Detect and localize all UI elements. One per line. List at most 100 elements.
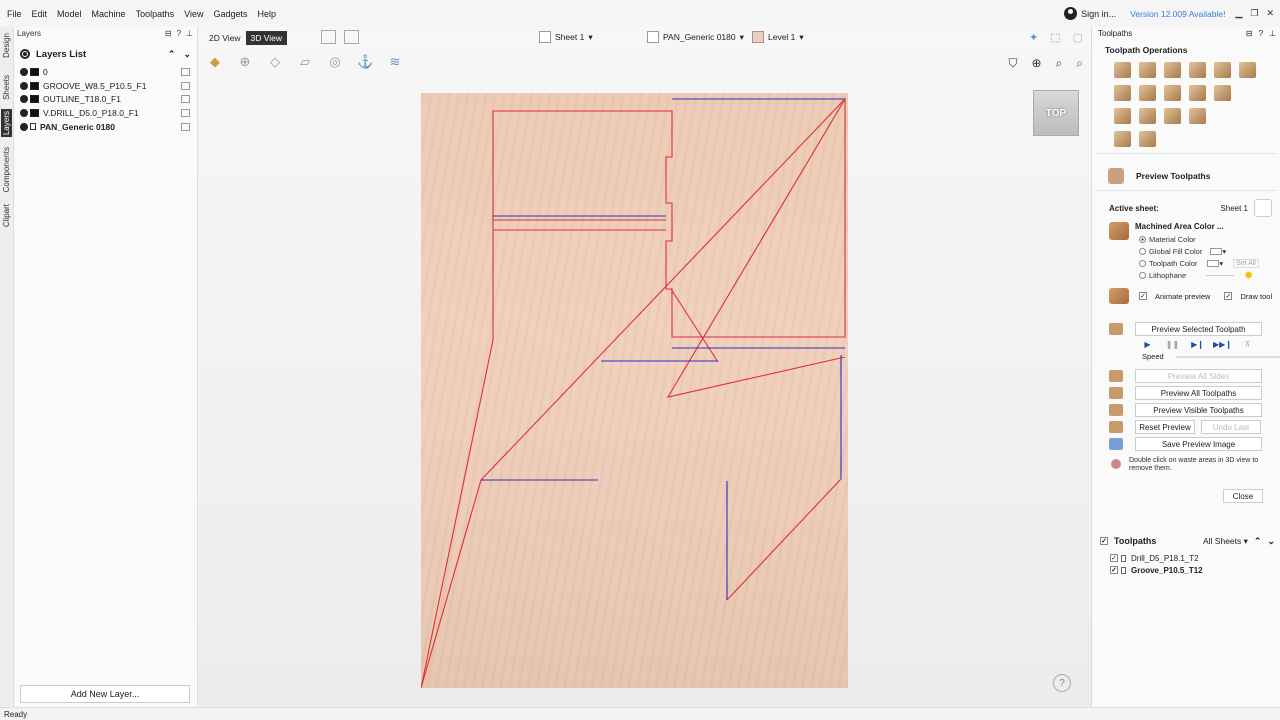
light-slider[interactable] xyxy=(1206,274,1235,276)
drilling-toolpath-icon[interactable] xyxy=(1164,62,1181,78)
material-icon[interactable]: ◇ xyxy=(267,54,283,70)
help-icon[interactable]: ? xyxy=(177,29,181,38)
tab-layers[interactable]: Layers xyxy=(1,109,12,138)
radio-dot[interactable] xyxy=(1139,247,1146,255)
layer-menu-icon[interactable] xyxy=(181,67,190,76)
sheet-selector[interactable]: Sheet 1 ▾ xyxy=(539,31,593,43)
anchor-icon[interactable]: ⚓ xyxy=(357,54,373,70)
tab-2d-view[interactable]: 2D View xyxy=(204,31,246,45)
layer-color-swatch[interactable] xyxy=(30,67,39,76)
layer-menu-icon[interactable] xyxy=(181,81,190,90)
skip-top-icon[interactable]: ⊼ xyxy=(1235,339,1260,350)
roughing-toolpath-icon[interactable] xyxy=(1114,108,1131,124)
tab-design[interactable]: Design xyxy=(1,31,12,60)
tab-clipart[interactable]: Clipart xyxy=(1,202,12,229)
components-icon[interactable]: ⊕ xyxy=(237,54,253,70)
tab-components[interactable]: Components xyxy=(1,145,12,194)
menu-file[interactable]: File xyxy=(0,9,27,19)
visibility-icon[interactable] xyxy=(20,81,28,90)
merge-toolpaths-icon[interactable] xyxy=(1139,131,1156,147)
close-button[interactable]: Close xyxy=(1223,489,1263,503)
tab-3d-view[interactable]: 3D View xyxy=(245,31,287,45)
toolpath-visible-checkbox[interactable]: ✓ xyxy=(1110,554,1118,562)
reset-preview-button[interactable]: Reset Preview xyxy=(1135,420,1195,434)
move-up-icon[interactable]: ⌃ xyxy=(1254,536,1262,547)
sphere-icon[interactable]: ◎ xyxy=(327,54,343,70)
sheet-settings-icon[interactable] xyxy=(1254,199,1272,217)
3d-viewport[interactable]: 2D View 3D View ◆ ⊕ ◇ ▱ ◎ ⚓ ≋ Sheet 1 ▾ P… xyxy=(199,27,1091,707)
layer-menu-icon[interactable] xyxy=(181,95,190,104)
iso-view-icon[interactable]: ⬚ xyxy=(1050,31,1060,44)
preview-all-sides-button[interactable]: Preview All Sides xyxy=(1135,369,1262,383)
sun-icon[interactable]: ✹ xyxy=(1244,269,1253,282)
restore-icon[interactable]: ❐ xyxy=(1250,8,1258,19)
radio-material-color[interactable]: Material Color xyxy=(1135,233,1280,245)
toolpath-item[interactable]: ✓ Groove_P10.5_T12 xyxy=(1092,564,1280,576)
speed-slider[interactable] xyxy=(1175,355,1280,358)
lock-icon[interactable] xyxy=(30,123,36,131)
view-cube[interactable]: TOP xyxy=(1033,90,1079,136)
moulding-toolpath-icon[interactable] xyxy=(1239,62,1256,78)
preview-all-toolpaths-button[interactable]: Preview All Toolpaths xyxy=(1135,386,1262,400)
dock-icon[interactable]: ⊟ xyxy=(1246,29,1253,38)
visibility-icon[interactable] xyxy=(20,108,28,117)
sign-in-button[interactable]: Sign in... xyxy=(1064,7,1116,20)
layer-menu-icon[interactable] xyxy=(181,122,190,131)
animate-preview-checkbox[interactable]: ✓ xyxy=(1139,292,1147,300)
set-all-button[interactable]: Set All xyxy=(1233,258,1259,268)
version-link[interactable]: Version 12.009 Available! xyxy=(1130,9,1225,19)
pocket-toolpath-icon[interactable] xyxy=(1139,62,1156,78)
pin-icon[interactable]: ⊥ xyxy=(186,29,193,38)
finishing-toolpath-icon[interactable] xyxy=(1139,108,1156,124)
menu-view[interactable]: View xyxy=(179,9,208,19)
inlay-toolpath-icon[interactable] xyxy=(1214,62,1231,78)
tab-sheets[interactable]: Sheets xyxy=(1,73,12,102)
radio-global-fill-color[interactable]: Global Fill Color ▾ xyxy=(1135,245,1280,257)
shield-icon[interactable]: ⛉ xyxy=(1008,56,1017,71)
toolpath-item[interactable]: ✓ Drill_D5_P18.1_T2 xyxy=(1092,552,1280,564)
save-preview-image-button[interactable]: Save Preview Image xyxy=(1135,437,1262,451)
shaded-model-icon[interactable]: ◆ xyxy=(207,54,223,70)
layer-row[interactable]: V.DRILL_D5.0_P18.0_F1 xyxy=(14,106,197,120)
minimize-icon[interactable]: ▁ xyxy=(1235,8,1242,19)
dock-icon[interactable]: ⊟ xyxy=(165,29,172,38)
menu-gadgets[interactable]: Gadgets xyxy=(208,9,252,19)
zoom-in-icon[interactable]: ⊕ xyxy=(1031,56,1041,71)
toolpath-lines-icon[interactable]: ≋ xyxy=(387,54,403,70)
rotary-toolpath-icon[interactable] xyxy=(1164,108,1181,124)
radio-dot[interactable] xyxy=(1139,259,1146,267)
menu-help[interactable]: Help xyxy=(253,9,282,19)
material-sheet[interactable] xyxy=(421,93,848,688)
radio-lithophane[interactable]: Lithophane ✹ xyxy=(1135,269,1280,282)
prism-toolpath-icon[interactable] xyxy=(1164,85,1181,101)
layer-menu-icon[interactable] xyxy=(181,108,190,117)
zoom-icon[interactable]: ⌕ xyxy=(1056,56,1063,71)
toolpath-visible-checkbox[interactable]: ✓ xyxy=(1110,566,1118,574)
undo-last-button[interactable]: Undo Last xyxy=(1201,420,1261,434)
chevron-up-icon[interactable]: ⌃ xyxy=(168,49,176,60)
layer-row[interactable]: GROOVE_W8.5_P10.5_F1 xyxy=(14,79,197,93)
move-down-icon[interactable]: ⌄ xyxy=(1267,536,1275,547)
material-selector[interactable]: PAN_Generic 0180 ▾ xyxy=(647,31,744,43)
play-icon[interactable]: ▶ xyxy=(1135,339,1160,350)
color-swatch[interactable] xyxy=(1207,259,1220,267)
layer-color-swatch[interactable] xyxy=(30,95,39,104)
3d-profile-icon[interactable] xyxy=(1189,108,1206,124)
all-toolpaths-checkbox[interactable]: ✓ xyxy=(1100,537,1108,545)
pin-icon[interactable]: ⊥ xyxy=(1269,29,1276,38)
frame-icon[interactable]: ▢ xyxy=(1073,31,1083,44)
help-icon[interactable]: ? xyxy=(1259,29,1263,38)
axes-icon[interactable]: ✦ xyxy=(1029,31,1038,44)
toolpath-templates-icon[interactable] xyxy=(1114,131,1131,147)
layer-row[interactable]: 0 xyxy=(14,65,197,79)
menu-machine[interactable]: Machine xyxy=(87,9,131,19)
radio-dot[interactable] xyxy=(1139,271,1146,279)
layer-row[interactable]: PAN_Generic 0180 xyxy=(14,120,197,134)
preview-selected-toolpath-button[interactable]: Preview Selected Toolpath xyxy=(1135,322,1262,336)
visibility-icon[interactable] xyxy=(20,67,28,76)
radio-dot[interactable] xyxy=(1139,235,1146,243)
menu-model[interactable]: Model xyxy=(52,9,87,19)
chevron-down-icon[interactable]: ⌄ xyxy=(183,49,191,60)
texture-toolpath-icon[interactable] xyxy=(1189,85,1206,101)
layer-color-swatch[interactable] xyxy=(30,81,39,90)
